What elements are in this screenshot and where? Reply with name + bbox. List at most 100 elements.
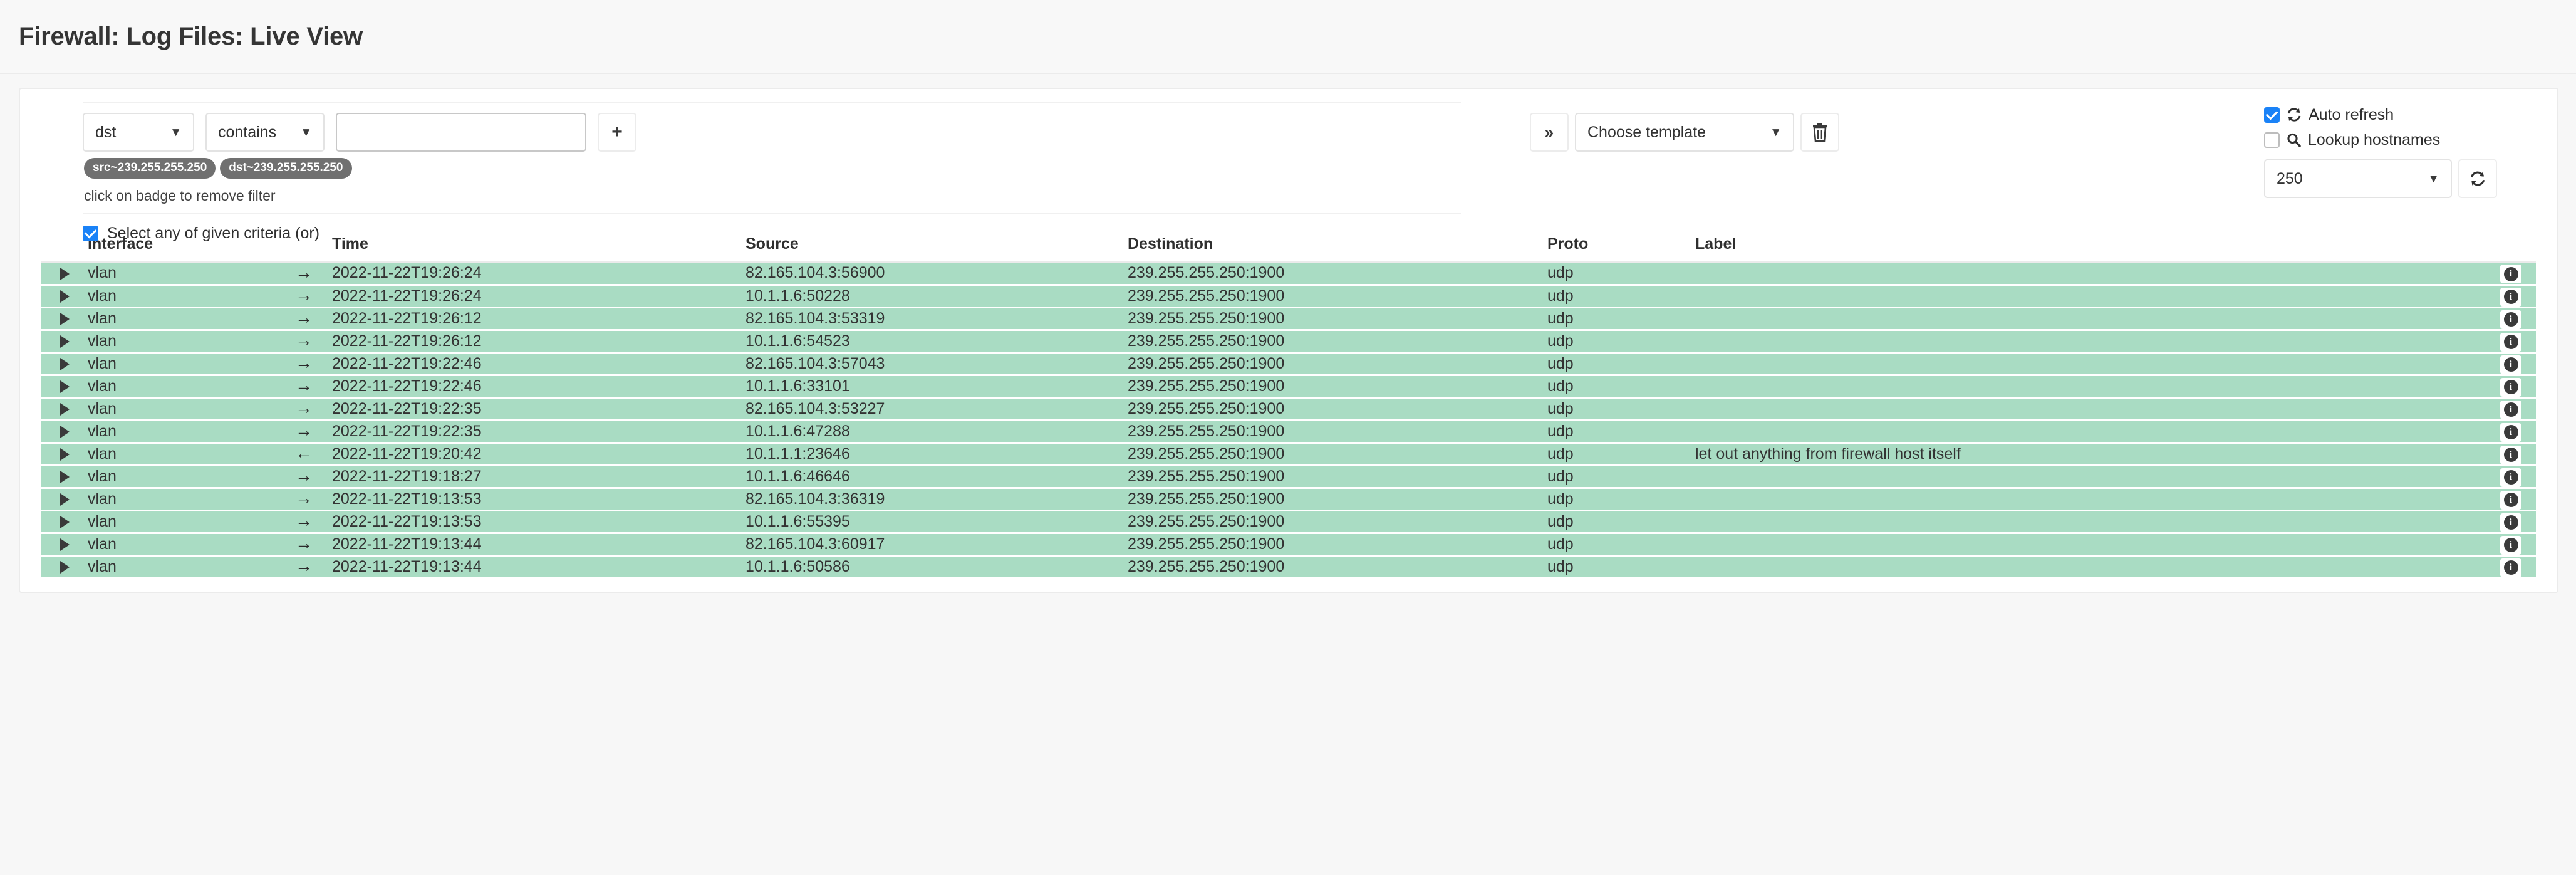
caret-right-icon[interactable] [60, 267, 70, 280]
row-direction-cell: → [276, 465, 332, 489]
info-icon[interactable]: i [2500, 445, 2521, 464]
arrow-right-icon: → [295, 466, 313, 485]
table-row[interactable]: vlan → 2022-11-22T19:13:44 10.1.1.6:50586 23… [41, 555, 2536, 579]
table-row[interactable]: vlan → 2022-11-22T19:22:35 10.1.1.6:47288 23… [41, 420, 2536, 444]
row-source: 10.1.1.6:54523 [745, 330, 1128, 354]
table-row[interactable]: vlan → 2022-11-22T19:18:27 10.1.1.6:46646 23… [41, 465, 2536, 489]
info-icon[interactable]: i [2500, 332, 2521, 352]
caret-right-icon[interactable] [60, 470, 70, 483]
table-row[interactable]: vlan → 2022-11-22T19:13:44 82.165.104.3:609… [41, 533, 2536, 557]
caret-right-icon[interactable] [60, 290, 70, 303]
table-row[interactable]: vlan → 2022-11-22T19:13:53 82.165.104.3:363… [41, 488, 2536, 511]
caret-right-icon[interactable] [60, 448, 70, 461]
info-icon[interactable]: i [2500, 287, 2521, 307]
table-row[interactable]: vlan → 2022-11-22T19:22:35 82.165.104.3:532… [41, 397, 2536, 421]
info-icon[interactable]: i [2500, 422, 2521, 442]
caret-right-icon[interactable] [60, 380, 70, 393]
row-info-cell[interactable]: i [2486, 510, 2536, 534]
info-icon[interactable]: i [2500, 377, 2521, 397]
filter-badge-dst[interactable]: dst~239.255.255.250 [220, 158, 352, 179]
row-limit-select[interactable]: 250 ▼ [2264, 159, 2452, 198]
row-info-cell[interactable]: i [2486, 555, 2536, 579]
row-info-cell[interactable]: i [2486, 488, 2536, 511]
filter-operator-select[interactable]: contains ▼ [205, 113, 325, 152]
row-info-cell[interactable]: i [2486, 533, 2536, 557]
row-direction-cell: → [276, 397, 332, 421]
choose-template-select[interactable]: Choose template ▼ [1575, 113, 1794, 152]
select-any-criteria-checkbox[interactable] [83, 226, 98, 241]
row-limit-value: 250 [2277, 169, 2303, 187]
info-icon[interactable]: i [2500, 355, 2521, 374]
caret-right-icon[interactable] [60, 515, 70, 528]
table-row[interactable]: vlan → 2022-11-22T19:26:12 10.1.1.6:54523 23… [41, 330, 2536, 354]
caret-right-icon[interactable] [60, 493, 70, 506]
add-filter-button[interactable]: + [598, 113, 636, 152]
row-info-cell[interactable]: i [2486, 375, 2536, 399]
refresh-button[interactable] [2458, 159, 2497, 198]
filter-value-input[interactable] [336, 113, 586, 152]
row-expand-cell[interactable] [41, 488, 88, 511]
caret-right-icon[interactable] [60, 312, 70, 325]
table-row[interactable]: vlan → 2022-11-22T19:22:46 82.165.104.3:570… [41, 352, 2536, 376]
filter-field-select[interactable]: dst ▼ [83, 113, 194, 152]
caret-right-icon[interactable] [60, 425, 70, 438]
table-row[interactable]: vlan → 2022-11-22T19:13:53 10.1.1.6:55395 23… [41, 510, 2536, 534]
col-info [2486, 235, 2536, 263]
row-info-cell[interactable]: i [2486, 352, 2536, 376]
filter-badge-src[interactable]: src~239.255.255.250 [84, 158, 216, 179]
row-expand-cell[interactable] [41, 285, 88, 308]
expand-filters-button[interactable]: » [1530, 113, 1569, 152]
row-info-cell[interactable]: i [2486, 285, 2536, 308]
info-icon[interactable]: i [2500, 265, 2521, 284]
row-info-cell[interactable]: i [2486, 420, 2536, 444]
info-icon[interactable]: i [2500, 400, 2521, 419]
lookup-hostnames-checkbox[interactable] [2264, 132, 2280, 148]
row-expand-cell[interactable] [41, 443, 88, 466]
auto-refresh-checkbox[interactable] [2264, 107, 2280, 123]
row-expand-cell[interactable] [41, 533, 88, 557]
row-expand-cell[interactable] [41, 352, 88, 376]
caret-right-icon[interactable] [60, 402, 70, 416]
info-icon[interactable]: i [2500, 490, 2521, 510]
row-expand-cell[interactable] [41, 465, 88, 489]
row-info-cell[interactable]: i [2486, 397, 2536, 421]
row-time: 2022-11-22T19:20:42 [332, 443, 745, 466]
row-interface: vlan [88, 352, 276, 376]
table-row[interactable]: vlan ← 2022-11-22T19:20:42 10.1.1.1:23646 23… [41, 443, 2536, 466]
row-info-cell[interactable]: i [2486, 465, 2536, 489]
table-row[interactable]: vlan → 2022-11-22T19:26:24 10.1.1.6:50228 23… [41, 285, 2536, 308]
log-table: Interface Time Source Destination Proto … [41, 235, 2536, 579]
arrow-right-icon: → [295, 375, 313, 395]
row-expand-cell[interactable] [41, 510, 88, 534]
row-expand-cell[interactable] [41, 262, 88, 286]
table-row[interactable]: vlan → 2022-11-22T19:22:46 10.1.1.6:33101 23… [41, 375, 2536, 399]
row-info-cell[interactable]: i [2486, 262, 2536, 286]
row-expand-cell[interactable] [41, 420, 88, 444]
row-info-cell[interactable]: i [2486, 307, 2536, 331]
badge-hint-text: click on badge to remove filter [84, 187, 276, 204]
row-expand-cell[interactable] [41, 330, 88, 354]
info-icon[interactable]: i [2500, 513, 2521, 532]
table-row[interactable]: vlan → 2022-11-22T19:26:24 82.165.104.3:569… [41, 262, 2536, 286]
caret-right-icon[interactable] [60, 357, 70, 370]
delete-template-button[interactable] [1800, 113, 1839, 152]
info-icon[interactable]: i [2500, 535, 2521, 555]
row-destination: 239.255.255.250:1900 [1128, 443, 1547, 466]
row-info-cell[interactable]: i [2486, 443, 2536, 466]
row-info-cell[interactable]: i [2486, 330, 2536, 354]
row-expand-cell[interactable] [41, 555, 88, 579]
table-row[interactable]: vlan → 2022-11-22T19:26:12 82.165.104.3:533… [41, 307, 2536, 331]
info-icon[interactable]: i [2500, 310, 2521, 329]
col-expand [41, 235, 88, 263]
row-label [1695, 420, 2486, 444]
row-interface: vlan [88, 533, 276, 557]
row-expand-cell[interactable] [41, 307, 88, 331]
caret-right-icon[interactable] [60, 335, 70, 348]
row-expand-cell[interactable] [41, 397, 88, 421]
info-icon[interactable]: i [2500, 558, 2521, 577]
info-icon[interactable]: i [2500, 468, 2521, 487]
row-expand-cell[interactable] [41, 375, 88, 399]
caret-right-icon[interactable] [60, 560, 70, 574]
caret-right-icon[interactable] [60, 538, 70, 551]
row-source: 82.165.104.3:53227 [745, 397, 1128, 421]
